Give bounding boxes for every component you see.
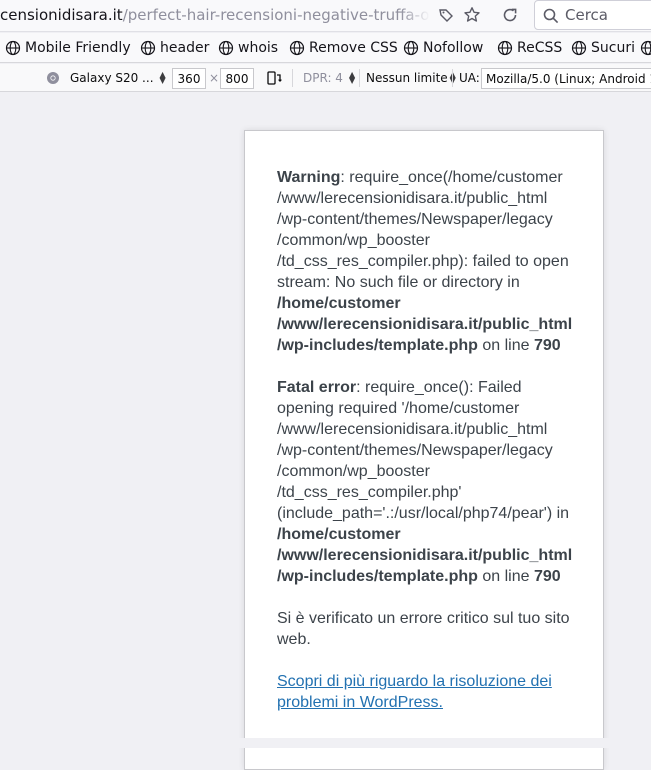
url-path: /perfect-hair-recensioni-negative-truffa… bbox=[123, 6, 430, 24]
network-throttling-selector[interactable]: Nessun limite ▲▼ bbox=[366, 64, 456, 92]
viewport-height-input[interactable] bbox=[220, 68, 254, 89]
bookmark-label: Nofollow bbox=[423, 40, 483, 56]
bookmark-label: whois bbox=[238, 40, 278, 56]
bookmark-label: Sucuri bbox=[591, 40, 635, 56]
globe-icon bbox=[5, 40, 21, 56]
dpr-label: DPR: 4 bbox=[303, 71, 343, 85]
toolbar-divider bbox=[359, 69, 360, 87]
bookmark-label: ReCSS bbox=[517, 40, 562, 56]
chevron-updown-icon: ▲▼ bbox=[349, 72, 355, 84]
globe-icon bbox=[140, 40, 156, 56]
bookmark-overflow[interactable] bbox=[640, 33, 651, 63]
reload-icon bbox=[501, 6, 519, 24]
viewport-width-input[interactable] bbox=[172, 68, 206, 89]
bookmark-sucuri[interactable]: Sucuri bbox=[571, 33, 635, 63]
bookmark-recss[interactable]: ReCSS bbox=[497, 33, 562, 63]
reload-button[interactable] bbox=[497, 3, 523, 27]
chevron-updown-icon: ▲▼ bbox=[160, 72, 166, 84]
bookmark-remove-css[interactable]: Remove CSS bbox=[289, 33, 398, 63]
search-input[interactable] bbox=[565, 1, 651, 29]
warning-text: : require_once(/home/customer /www/lerec… bbox=[277, 169, 569, 291]
fatal-error-line: 790 bbox=[534, 568, 561, 585]
url-fade bbox=[400, 0, 430, 30]
user-agent-input[interactable] bbox=[481, 68, 651, 89]
search-icon bbox=[543, 8, 559, 24]
dpr-selector[interactable]: DPR: 4 ▲▼ bbox=[303, 64, 355, 92]
bookmark-star-button[interactable] bbox=[459, 3, 485, 27]
fatal-error-message: Fatal error: require_once(): Failed open… bbox=[277, 377, 577, 587]
star-icon bbox=[463, 6, 481, 24]
dimension-separator: × bbox=[209, 64, 219, 92]
globe-icon bbox=[571, 40, 587, 56]
bookmark-label: Mobile Friendly bbox=[25, 40, 131, 56]
rotate-device-icon bbox=[266, 70, 282, 86]
url-field[interactable]: censionidisara.it/perfect-hair-recension… bbox=[0, 0, 430, 30]
troubleshooting-link[interactable]: Scopri di più riguardo la risoluzione de… bbox=[277, 673, 552, 711]
bookmark-mobile-friendly[interactable]: Mobile Friendly bbox=[5, 33, 131, 63]
fatal-error-on-line: on line bbox=[478, 568, 534, 585]
warning-label: Warning bbox=[277, 169, 340, 186]
throttling-label: Nessun limite bbox=[366, 71, 448, 85]
globe-icon bbox=[497, 40, 513, 56]
device-name: Galaxy S20 ... bbox=[70, 71, 154, 85]
bookmark-label: header bbox=[160, 40, 209, 56]
device-selector[interactable]: Galaxy S20 ... ▲▼ bbox=[46, 64, 166, 92]
reader-mode-icon bbox=[437, 6, 455, 24]
wp-error-body: Warning: require_once(/home/customer /ww… bbox=[277, 167, 577, 734]
warning-message: Warning: require_once(/home/customer /ww… bbox=[277, 167, 577, 356]
globe-icon bbox=[289, 40, 305, 56]
globe-icon bbox=[640, 40, 651, 56]
chrome-logo-icon bbox=[46, 71, 60, 85]
fatal-error-text: : require_once(): Failed opening require… bbox=[277, 379, 569, 522]
rotate-viewport-button[interactable] bbox=[266, 64, 282, 92]
ua-label: UA: bbox=[459, 64, 480, 92]
globe-icon bbox=[218, 40, 234, 56]
critical-error-message: Si è verificato un errore critico sul tu… bbox=[277, 608, 577, 650]
url-bar-row: censionidisara.it/perfect-hair-recension… bbox=[0, 0, 651, 32]
bookmark-label: Remove CSS bbox=[309, 40, 398, 56]
device-viewport: Warning: require_once(/home/customer /ww… bbox=[244, 130, 604, 770]
bookmarks-toolbar: Mobile Friendly header whois Remove CSS … bbox=[0, 33, 651, 63]
bookmark-whois[interactable]: whois bbox=[218, 33, 278, 63]
warning-line: 790 bbox=[534, 337, 561, 354]
globe-icon bbox=[403, 40, 419, 56]
search-box[interactable] bbox=[534, 0, 651, 30]
bookmark-nofollow[interactable]: Nofollow bbox=[403, 33, 483, 63]
responsive-toolbar: Galaxy S20 ... ▲▼ × DPR: 4 ▲▼ Nessun lim… bbox=[0, 64, 651, 92]
bookmark-header[interactable]: header bbox=[140, 33, 209, 63]
url-host: censionidisara.it bbox=[0, 6, 123, 24]
fatal-error-label: Fatal error bbox=[277, 379, 356, 396]
toolbar-divider bbox=[292, 69, 293, 87]
toolbar-divider bbox=[452, 69, 453, 87]
page-bottom-background bbox=[0, 738, 651, 748]
warning-on-line: on line bbox=[478, 337, 534, 354]
reader-mode-button[interactable] bbox=[433, 3, 459, 27]
troubleshooting-paragraph: Scopri di più riguardo la risoluzione de… bbox=[277, 671, 577, 713]
